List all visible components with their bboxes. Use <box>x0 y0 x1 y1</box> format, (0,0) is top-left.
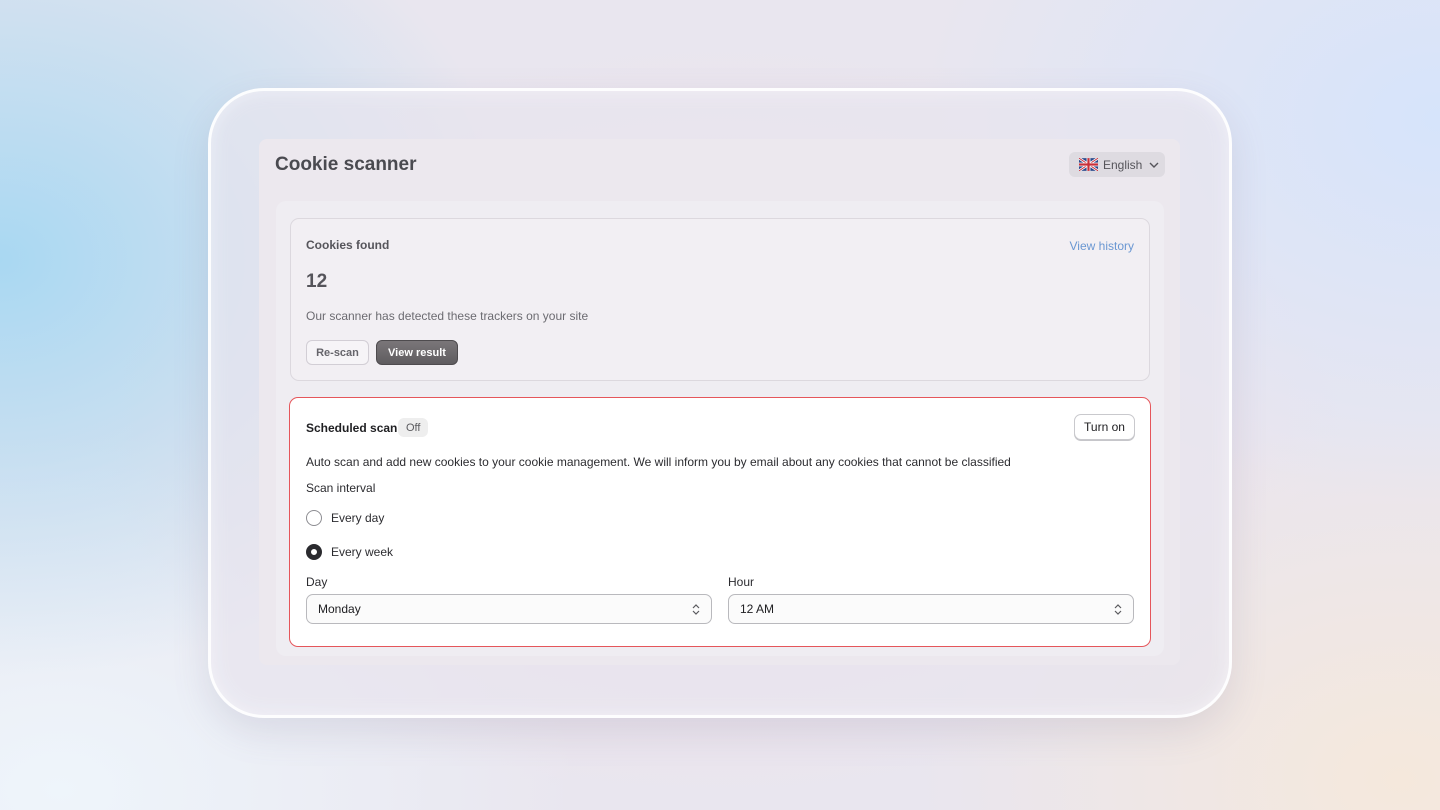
radio-every-day[interactable]: Every day <box>306 510 384 526</box>
turn-on-button[interactable]: Turn on <box>1074 414 1135 440</box>
page-title: Cookie scanner <box>275 154 417 175</box>
scan-interval-label: Scan interval <box>306 481 376 495</box>
select-arrows-icon <box>1114 604 1122 615</box>
view-history-link[interactable]: View history <box>1070 239 1134 253</box>
view-result-button[interactable]: View result <box>376 340 458 365</box>
scheduled-scan-description: Auto scan and add new cookies to your co… <box>306 455 1011 469</box>
uk-flag-icon <box>1079 158 1098 171</box>
language-selector[interactable]: English <box>1069 152 1165 177</box>
scheduled-scan-card: Scheduled scan Off Turn on Auto scan and… <box>289 397 1151 647</box>
cookies-found-description: Our scanner has detected these trackers … <box>306 309 589 323</box>
select-arrows-icon <box>692 604 700 615</box>
radio-label: Every week <box>331 545 394 559</box>
radio-checked-icon[interactable] <box>306 544 322 560</box>
hour-select[interactable]: 12 AM <box>728 594 1134 624</box>
radio-unchecked-icon[interactable] <box>306 510 322 526</box>
cookies-found-title: Cookies found <box>306 238 390 252</box>
scheduled-scan-title: Scheduled scan <box>306 421 398 435</box>
rescan-button[interactable]: Re-scan <box>306 340 369 365</box>
chevron-down-icon <box>1149 162 1159 168</box>
cookies-found-card: Cookies found View history 12 Our scanne… <box>290 218 1150 381</box>
day-select-value: Monday <box>318 602 361 616</box>
status-badge: Off <box>398 418 429 437</box>
day-label: Day <box>306 575 328 589</box>
radio-label: Every day <box>331 511 385 525</box>
cookies-count: 12 <box>306 271 328 292</box>
day-select[interactable]: Monday <box>306 594 712 624</box>
hour-label: Hour <box>728 575 755 589</box>
language-label: English <box>1103 157 1143 172</box>
hour-select-value: 12 AM <box>740 602 775 616</box>
radio-every-week[interactable]: Every week <box>306 544 393 560</box>
